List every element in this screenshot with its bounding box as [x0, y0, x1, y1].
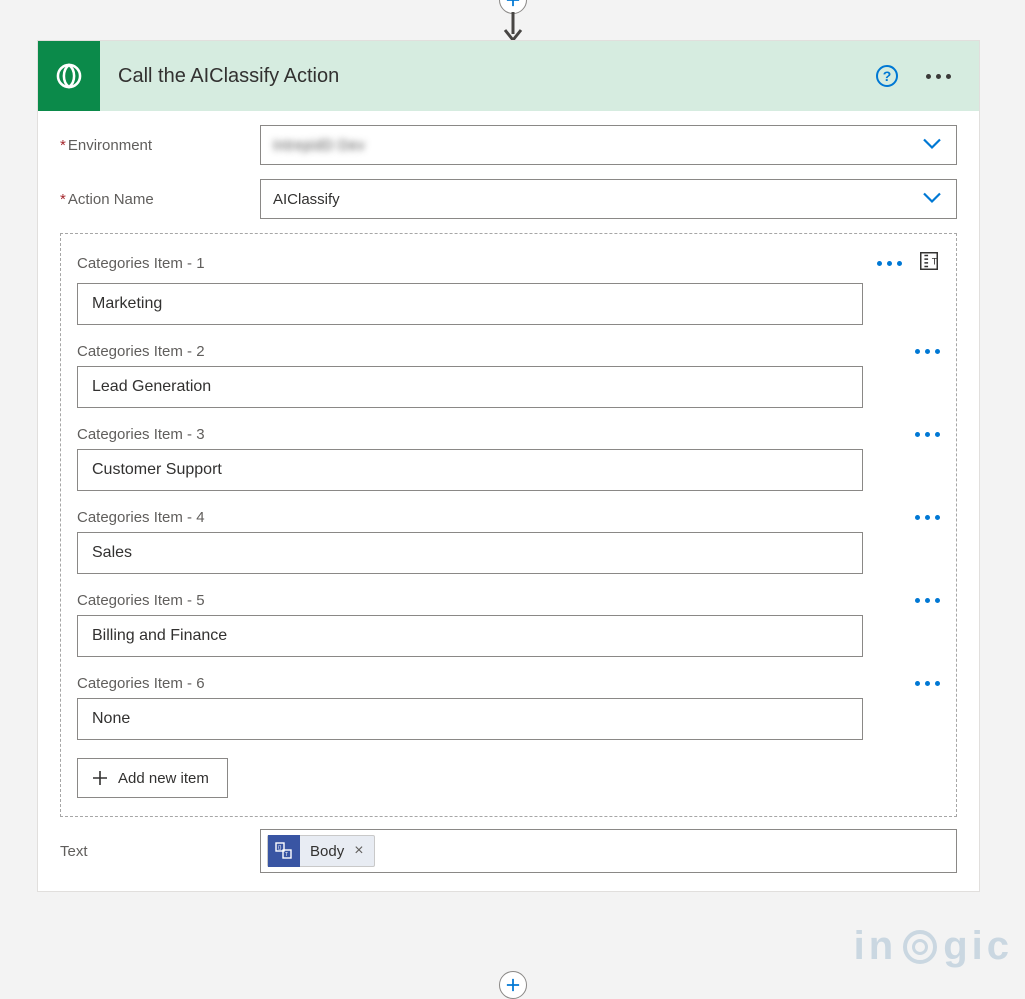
text-label: Text	[60, 843, 248, 860]
item-menu-button[interactable]	[877, 261, 902, 266]
plus-icon	[92, 770, 108, 786]
environment-row: *Environment IntrepidD Dev	[60, 125, 957, 165]
chevron-down-icon	[922, 191, 942, 208]
item-menu-button[interactable]	[915, 598, 940, 603]
categories-item-label: Categories Item - 1	[77, 255, 205, 272]
categories-item-label: Categories Item - 5	[77, 592, 205, 609]
item-menu-button[interactable]	[915, 349, 940, 354]
categories-item-5: Categories Item - 5 Billing and Finance	[77, 592, 940, 657]
categories-item-label: Categories Item - 4	[77, 509, 205, 526]
item-menu-button[interactable]	[915, 681, 940, 686]
chevron-down-icon	[922, 137, 942, 154]
categories-item-label: Categories Item - 2	[77, 343, 205, 360]
categories-group: Categories Item - 1 T Marketing Categori…	[60, 233, 957, 817]
connector-icon	[38, 41, 100, 111]
categories-item-2-input[interactable]: Lead Generation	[77, 366, 863, 408]
action-card: Call the AIClassify Action ? *Environmen…	[37, 40, 980, 892]
categories-item-5-input[interactable]: Billing and Finance	[77, 615, 863, 657]
categories-item-3: Categories Item - 3 Customer Support	[77, 426, 940, 491]
categories-item-label: Categories Item - 6	[77, 675, 205, 692]
watermark: in gic	[854, 924, 1013, 969]
action-name-row: *Action Name AIClassify	[60, 179, 957, 219]
action-name-select[interactable]: AIClassify	[260, 179, 957, 219]
categories-item-4-input[interactable]: Sales	[77, 532, 863, 574]
text-input[interactable]: {}T Body ×	[260, 829, 957, 873]
dynamic-content-icon: {}T	[268, 835, 300, 867]
item-menu-button[interactable]	[915, 432, 940, 437]
categories-item-6-input[interactable]: None	[77, 698, 863, 740]
flow-arrow-down-icon	[501, 12, 525, 42]
text-row: Text {}T Body ×	[60, 829, 957, 873]
categories-item-2: Categories Item - 2 Lead Generation	[77, 343, 940, 408]
categories-item-1-input[interactable]: Marketing	[77, 283, 863, 325]
action-name-label: *Action Name	[60, 191, 248, 208]
remove-token-icon[interactable]: ×	[354, 842, 363, 860]
switch-array-mode-icon[interactable]: T	[918, 250, 940, 277]
pill-label: Body	[310, 843, 344, 860]
item-menu-button[interactable]	[915, 515, 940, 520]
svg-text:T: T	[285, 852, 288, 858]
categories-item-label: Categories Item - 3	[77, 426, 205, 443]
environment-label: *Environment	[60, 137, 248, 154]
add-step-bottom-button[interactable]	[499, 971, 527, 999]
categories-item-6: Categories Item - 6 None	[77, 675, 940, 740]
categories-item-3-input[interactable]: Customer Support	[77, 449, 863, 491]
categories-item-1: Categories Item - 1 T Marketing	[77, 250, 940, 325]
categories-item-4: Categories Item - 4 Sales	[77, 509, 940, 574]
svg-text:{}: {}	[278, 845, 282, 851]
watermark-logo-icon	[903, 930, 937, 964]
card-menu-button[interactable]	[926, 74, 951, 79]
environment-select[interactable]: IntrepidD Dev	[260, 125, 957, 165]
body-token-pill[interactable]: {}T Body ×	[267, 835, 375, 867]
card-title: Call the AIClassify Action	[118, 65, 339, 88]
help-icon[interactable]: ?	[876, 65, 898, 87]
svg-text:T: T	[932, 257, 938, 267]
card-header[interactable]: Call the AIClassify Action ?	[38, 41, 979, 111]
add-new-item-button[interactable]: Add new item	[77, 758, 228, 798]
